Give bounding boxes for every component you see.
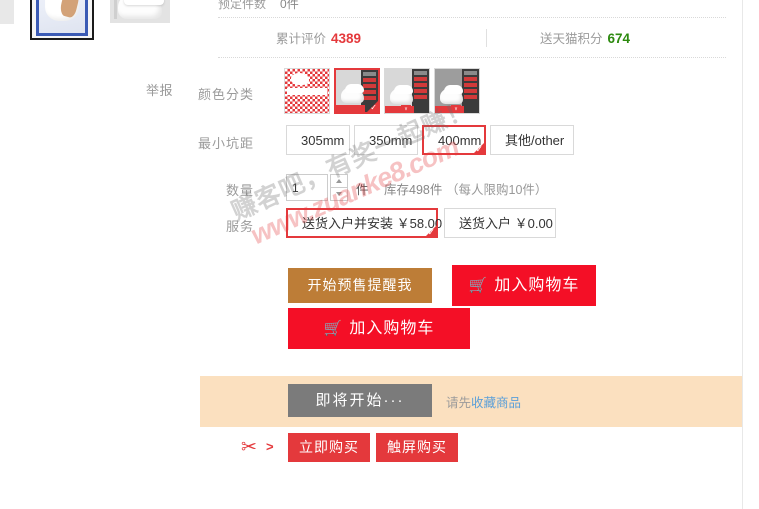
color-swatch-2-image: ￥ (385, 69, 429, 113)
swatch-panel-icon (462, 69, 479, 113)
pit-option-305mm[interactable]: 305mm (286, 125, 350, 155)
pit-distance-label: 最小坑距 (197, 136, 254, 151)
preorder-count-row: 预定件数 0件 (218, 0, 299, 11)
product-stats-row: 累计评价 4389 送天猫积分 674 (218, 28, 726, 50)
quantity-label: 数量 (225, 183, 254, 198)
swatch-toilet-tank-icon (444, 85, 463, 94)
gallery-thumb-1-image (36, 0, 88, 36)
quantity-unit: 件 (356, 183, 369, 197)
quantity-input[interactable] (286, 174, 328, 201)
selected-check-glyph: ✓ (475, 144, 483, 154)
add-to-cart-button-secondary[interactable]: 🛒 加入购物车 (288, 308, 470, 349)
swatch-badge: ￥ (401, 105, 411, 113)
content-rail-divider (742, 0, 743, 509)
swatch-toilet-tank-icon (345, 84, 364, 93)
broken-image-blot-2 (287, 88, 327, 95)
swatch-panel-icon (412, 69, 429, 113)
stats-separator (486, 29, 487, 47)
gallery-thumb-2[interactable] (110, 0, 170, 23)
add-to-cart-label: 加入购物车 (349, 320, 435, 337)
color-swatch-0[interactable] (284, 68, 330, 114)
presale-remind-button[interactable]: 开始预售提醒我 (288, 268, 432, 303)
preorder-count-value: 0件 (280, 0, 299, 11)
pit-distance-row: 最小坑距 305mm 350mm 400mm ✓ 其他/other (198, 125, 742, 157)
selected-check-glyph: ✓ (427, 227, 435, 237)
buy-now-button[interactable]: 立即购买 (288, 433, 370, 462)
stat-reviews-label: 累计评价 (276, 32, 327, 46)
color-swatch-3-image: ￥ (435, 69, 479, 113)
selected-check-glyph: ✓ (370, 103, 377, 112)
report-link[interactable]: 举报 (146, 80, 173, 99)
coming-soon-button[interactable]: 即将开始··· (288, 384, 432, 417)
service-label: 服务 (225, 219, 254, 234)
service-option-delivery[interactable]: 送货入户 ￥0.00 (444, 208, 556, 238)
scissors-icon: ✂ (241, 437, 257, 458)
color-swatch-2[interactable]: ￥ (384, 68, 430, 114)
divider-top (218, 17, 726, 18)
toilet-lid-icon (124, 0, 164, 5)
color-option-label: 颜色分类 (197, 87, 254, 102)
stat-points: 送天猫积分 674 (540, 28, 630, 47)
product-thumbnail-gallery (0, 0, 200, 50)
quantity-row: 数量 件 库存498件 （每人限购10件） (200, 174, 742, 204)
swatch-toilet-tank-icon (394, 85, 413, 94)
service-row: 服务 送货入户并安装 ￥58.00 ✓ 送货入户 ￥0.00 (200, 208, 742, 240)
add-to-cart-button-primary[interactable]: 🛒 加入购物车 (452, 265, 596, 306)
favorite-hint: 请先收藏商品 (446, 392, 521, 411)
cart-icon: 🛒 (468, 277, 489, 294)
presale-banner: 即将开始··· 请先收藏商品 (200, 376, 742, 427)
chevron-up-icon (336, 179, 342, 183)
broken-image-icon (285, 69, 329, 113)
service-option-install-label: 送货入户并安装 ￥58.00 (302, 216, 443, 231)
gallery-strip-edge (0, 0, 14, 24)
stat-reviews-value: 4389 (331, 31, 362, 46)
purchase-limit: （每人限购10件） (446, 183, 548, 197)
color-swatch-3[interactable]: ￥ (434, 68, 480, 114)
add-to-cart-label: 加入购物车 (494, 277, 580, 294)
color-swatch-1[interactable]: ✓ (334, 68, 380, 114)
swatch-price-strip (336, 105, 365, 112)
gallery-thumb-1[interactable] (30, 0, 94, 40)
preorder-count-label: 预定件数 (218, 0, 267, 11)
pipe-shape-icon (114, 0, 117, 19)
broken-image-blot-1 (291, 73, 309, 85)
pit-option-350mm[interactable]: 350mm (354, 125, 418, 155)
touch-buy-button[interactable]: 触屏购买 (376, 433, 458, 462)
quantity-decrease-button[interactable] (330, 187, 348, 201)
pit-option-other[interactable]: 其他/other (490, 125, 574, 155)
favorite-product-link[interactable]: 收藏商品 (471, 396, 521, 410)
swatch-badge: ￥ (451, 105, 461, 113)
quantity-stepper: 件 库存498件 （每人限购10件） (286, 174, 706, 204)
favorite-hint-prefix: 请先 (446, 396, 472, 410)
divider-below-stats (218, 57, 726, 58)
stat-points-label: 送天猫积分 (540, 32, 603, 46)
pit-option-400mm[interactable]: 400mm ✓ (422, 125, 486, 155)
stat-reviews: 累计评价 4389 (276, 28, 361, 47)
chevron-down-icon (336, 192, 342, 196)
cart-icon: 🛒 (323, 320, 344, 337)
color-option-row: 颜色分类 ✓ ￥ ￥ (198, 68, 742, 116)
service-option-install[interactable]: 送货入户并安装 ￥58.00 ✓ (286, 208, 442, 238)
quantity-increase-button[interactable] (330, 174, 348, 188)
stat-points-value: 674 (607, 31, 631, 46)
stock-count: 库存498件 (384, 183, 443, 197)
coupon-arrow-icon: > (266, 439, 274, 454)
